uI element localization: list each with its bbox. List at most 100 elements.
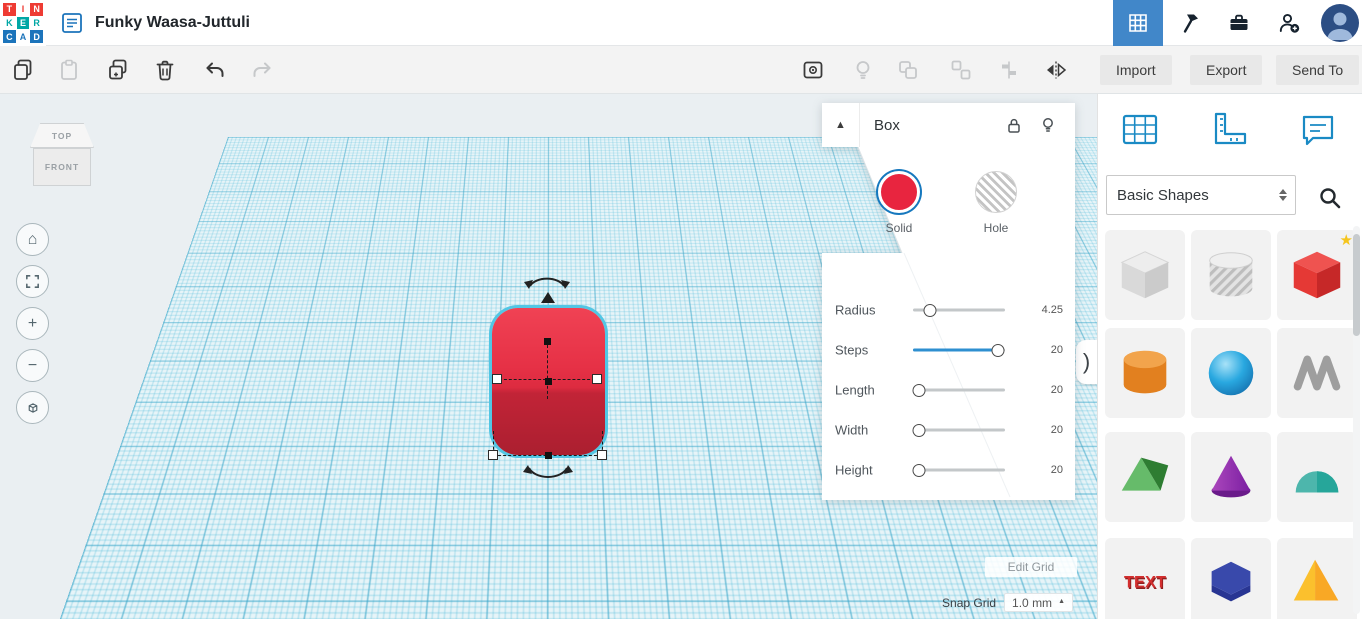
- ruler-tool-icon[interactable]: [1206, 107, 1252, 153]
- group-button[interactable]: [891, 53, 925, 87]
- tinkercad-logo[interactable]: T I N K E R C A D: [0, 0, 46, 46]
- favorite-star-icon: ★: [1339, 232, 1353, 249]
- solid-option[interactable]: Solid: [875, 171, 923, 235]
- design-menu-icon[interactable]: [60, 11, 84, 35]
- slider-handle[interactable]: [912, 463, 926, 477]
- zoom-in-button[interactable]: +: [16, 307, 49, 340]
- scale-handle[interactable]: [592, 374, 602, 384]
- radius-slider-row: Radius 4.25: [822, 290, 1075, 330]
- undo-button[interactable]: [198, 53, 232, 87]
- shape-tile-cylinder-half[interactable]: [1191, 230, 1271, 320]
- box-red-icon: [1293, 251, 1341, 299]
- ungroup-button[interactable]: [944, 53, 978, 87]
- align-button[interactable]: [992, 53, 1026, 87]
- slider-handle[interactable]: [912, 383, 926, 397]
- shape-tile-cone[interactable]: [1191, 432, 1271, 522]
- logo-tile: C: [3, 30, 16, 43]
- slider-handle[interactable]: [912, 423, 926, 437]
- logo-tile: N: [30, 3, 43, 16]
- snap-grid-value: 1.0 mm: [1012, 595, 1053, 610]
- align-icon: [1002, 61, 1016, 79]
- scale-handle[interactable]: [488, 450, 498, 460]
- home-icon: ⌂: [27, 230, 38, 248]
- lock-icon[interactable]: [1005, 116, 1023, 134]
- view-cube-front-label: FRONT: [44, 162, 80, 172]
- import-button[interactable]: Import: [1100, 55, 1172, 85]
- mirror-icon: [1047, 61, 1067, 79]
- dashboard-grid-button[interactable]: [1113, 0, 1163, 46]
- slider-track[interactable]: [913, 343, 1005, 357]
- inspector-collapse-button[interactable]: ▲: [822, 103, 860, 147]
- shape-tile-pyramid[interactable]: [1277, 538, 1357, 619]
- logo-tile: E: [16, 16, 30, 30]
- lightbulb-icon[interactable]: [1039, 116, 1057, 134]
- center-handle[interactable]: [545, 378, 552, 385]
- shape-tile-roof[interactable]: [1105, 432, 1185, 522]
- edge-handle[interactable]: [545, 452, 552, 459]
- slider-track[interactable]: [912, 463, 1005, 477]
- show-all-button[interactable]: [796, 53, 830, 87]
- perspective-toggle-button[interactable]: [16, 391, 49, 424]
- ungroup-icon: [951, 60, 971, 80]
- scribble-icon: [1293, 355, 1341, 391]
- snap-grid-select[interactable]: 1.0 mm ▲: [1004, 593, 1073, 612]
- shape-tile-box-transparent[interactable]: [1105, 230, 1185, 320]
- user-avatar[interactable]: [1321, 4, 1359, 42]
- shape-category-select[interactable]: Basic Shapes: [1106, 175, 1296, 215]
- transparency-button[interactable]: [846, 53, 880, 87]
- panel-handle-icon: ): [1082, 349, 1091, 374]
- paste-button[interactable]: [52, 53, 86, 87]
- shape-tile-scribble[interactable]: [1277, 328, 1357, 418]
- notes-tool-icon[interactable]: [1295, 107, 1341, 153]
- shape-tile-box[interactable]: ★: [1277, 230, 1357, 320]
- inspector-material-section: Solid Hole: [822, 147, 1075, 253]
- sidebar-expand-tab[interactable]: ): [1076, 340, 1097, 384]
- tools-hammer-icon[interactable]: [1179, 11, 1203, 35]
- slider-value: 20: [1050, 344, 1063, 356]
- raise-handle-cone[interactable]: [541, 292, 555, 303]
- slider-label: Radius: [835, 302, 876, 318]
- slider-handle[interactable]: [991, 343, 1005, 357]
- slider-label: Height: [835, 462, 873, 478]
- slider-handle[interactable]: [923, 303, 937, 317]
- shape-tile-cylinder[interactable]: [1105, 328, 1185, 418]
- shape-tile-polygon[interactable]: [1191, 538, 1271, 619]
- workplane-tool-icon[interactable]: [1117, 107, 1163, 153]
- search-shapes-button[interactable]: [1314, 182, 1346, 214]
- invite-person-icon[interactable]: [1277, 11, 1301, 35]
- home-view-button[interactable]: ⌂: [16, 223, 49, 256]
- view-cube-top-label: TOP: [51, 130, 73, 141]
- scale-handle[interactable]: [597, 450, 607, 460]
- shape-tile-sphere[interactable]: [1191, 328, 1271, 418]
- shape-tile-text[interactable]: TEXT TEXT: [1105, 538, 1185, 619]
- hole-option[interactable]: Hole: [972, 171, 1020, 235]
- rotate-arrow-front[interactable]: [520, 462, 576, 486]
- redo-button[interactable]: [245, 53, 279, 87]
- view-cube[interactable]: TOP FRONT: [28, 123, 96, 187]
- copy-button[interactable]: [6, 53, 40, 87]
- rotate-arrow-top[interactable]: [521, 270, 573, 292]
- view-cube-top-face[interactable]: TOP: [30, 123, 94, 148]
- send-to-button[interactable]: Send To: [1276, 55, 1360, 85]
- slider-track[interactable]: [912, 383, 1005, 397]
- fit-view-button[interactable]: [16, 265, 49, 298]
- height-slider-row: Height 20: [822, 450, 1075, 490]
- design-title[interactable]: Funky Waasa-Juttuli: [95, 0, 250, 46]
- view-cube-front-face[interactable]: FRONT: [33, 148, 91, 186]
- round-roof-teal-icon: [1295, 471, 1339, 493]
- slider-track[interactable]: [912, 423, 1005, 437]
- delete-button[interactable]: [148, 53, 182, 87]
- zoom-out-button[interactable]: −: [16, 349, 49, 382]
- slider-track[interactable]: [913, 303, 1005, 317]
- shape-tile-round-roof[interactable]: [1277, 432, 1357, 522]
- briefcase-icon[interactable]: [1227, 11, 1251, 35]
- height-handle[interactable]: [544, 338, 551, 345]
- viewport-3d[interactable]: TOP FRONT ⌂ + − Edit Grid Snap Grid 1.0 …: [0, 94, 1097, 619]
- sidebar-scrollbar-thumb[interactable]: [1353, 234, 1360, 336]
- mirror-button[interactable]: [1039, 53, 1073, 87]
- width-slider-row: Width 20: [822, 410, 1075, 450]
- scale-handle[interactable]: [492, 374, 502, 384]
- edit-grid-button[interactable]: Edit Grid: [985, 557, 1077, 577]
- duplicate-button[interactable]: [101, 53, 135, 87]
- export-button[interactable]: Export: [1190, 55, 1263, 85]
